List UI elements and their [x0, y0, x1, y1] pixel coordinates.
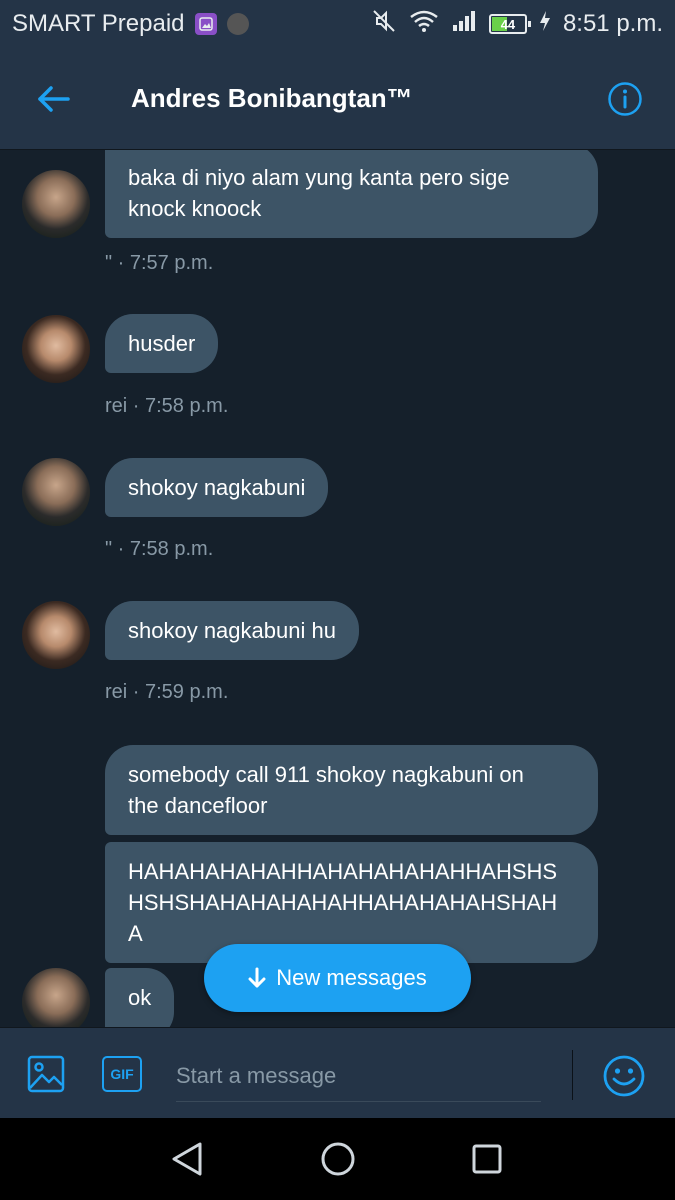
clock: 8:51 p.m.	[562, 10, 663, 37]
emoji-button[interactable]	[600, 1052, 648, 1100]
message-text: knock knoock	[128, 196, 262, 221]
battery-icon: 44	[488, 14, 531, 34]
message-meta: " · 7:57 p.m.	[105, 252, 214, 274]
message-text: shokoy nagkabuni hu	[128, 618, 336, 643]
image-icon	[27, 1055, 65, 1093]
add-photo-button[interactable]	[22, 1050, 70, 1098]
arrow-down-icon	[248, 967, 266, 988]
message-bubble[interactable]: husder	[105, 314, 219, 373]
battery-level: 44	[500, 16, 516, 32]
mute-icon	[371, 8, 397, 41]
message-meta: rei · 7:59 p.m.	[105, 681, 229, 703]
message-text: ok	[128, 985, 152, 1010]
status-bar: SMART Prepaid 44 8:51 p.m.	[0, 0, 675, 48]
gallery-notification-icon	[194, 13, 217, 35]
back-arrow-icon	[37, 85, 70, 112]
gif-icon: GIF	[102, 1056, 142, 1092]
info-button[interactable]	[575, 48, 675, 150]
add-gif-button[interactable]: GIF	[100, 1054, 144, 1094]
message-bubble[interactable]: baka di niyo alam yung kanta pero sige k…	[105, 150, 598, 238]
message-text: somebody call 911 shokoy nagkabuni on	[128, 762, 524, 787]
back-nav-button[interactable]	[137, 1118, 237, 1200]
charging-icon	[539, 10, 551, 39]
gif-label: GIF	[110, 1066, 134, 1082]
avatar[interactable]	[22, 458, 90, 526]
message-bubble[interactable]: shokoy nagkabuni hu	[105, 601, 359, 660]
back-button[interactable]	[0, 48, 105, 150]
recents-nav-button[interactable]	[437, 1118, 537, 1200]
message-composer: GIF	[0, 1027, 675, 1118]
message-bubble[interactable]: somebody call 911 shokoy nagkabuni on th…	[105, 745, 598, 835]
message-text: baka di niyo alam yung kanta pero sige	[128, 165, 510, 190]
smiley-icon	[603, 1055, 645, 1097]
home-nav-button[interactable]	[288, 1118, 388, 1200]
message-bubble[interactable]: shokoy nagkabuni	[105, 458, 329, 517]
composer-divider	[572, 1050, 573, 1100]
message-text: HSHSHAHAHAHAHAHHAHAHAHAHSHAH	[128, 890, 558, 915]
conversation-title[interactable]: Andres Bonibangtan™	[131, 83, 575, 114]
navigation-bar	[0, 1118, 675, 1200]
new-messages-label: New messages	[276, 965, 427, 990]
avatar[interactable]	[22, 170, 90, 238]
avatar[interactable]	[22, 968, 90, 1028]
avatar[interactable]	[22, 601, 90, 669]
info-icon	[608, 81, 642, 116]
message-input[interactable]	[176, 1050, 541, 1102]
recents-square-icon	[472, 1144, 502, 1174]
home-circle-icon	[321, 1142, 355, 1176]
message-text: the dancefloor	[128, 793, 268, 818]
wifi-icon	[409, 9, 439, 40]
message-meta: rei · 7:58 p.m.	[105, 395, 229, 417]
avatar[interactable]	[22, 315, 90, 383]
message-bubble[interactable]: ok	[105, 968, 175, 1028]
carrier-name: SMART Prepaid	[12, 10, 185, 37]
message-text: husder	[128, 331, 196, 356]
status-indicators: 44 8:51 p.m.	[371, 8, 663, 41]
app-notification-icon	[226, 13, 249, 35]
conversation-header: Andres Bonibangtan™	[0, 48, 675, 150]
message-list[interactable]: baka di niyo alam yung kanta pero sige k…	[0, 150, 675, 1028]
message-text: shokoy nagkabuni	[128, 475, 306, 500]
back-triangle-icon	[172, 1142, 202, 1176]
message-text: HAHAHAHAHAHHAHAHAHAHAHHAHSHS	[128, 859, 558, 884]
signal-icon	[451, 9, 477, 40]
carrier-group: SMART Prepaid	[12, 10, 249, 38]
message-meta: " · 7:58 p.m.	[105, 538, 214, 560]
new-messages-button[interactable]: New messages	[204, 944, 471, 1012]
